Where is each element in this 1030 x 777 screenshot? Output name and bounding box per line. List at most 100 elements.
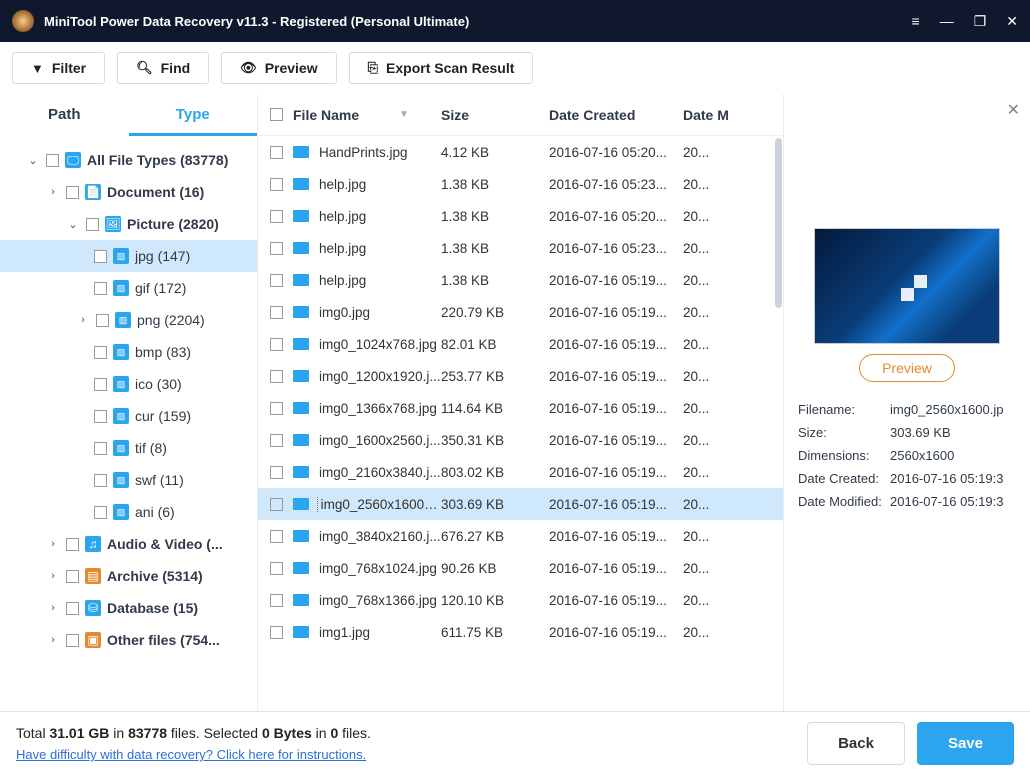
checkbox[interactable] [94, 250, 107, 263]
table-row[interactable]: img0_768x1366.jpg120.10 KB2016-07-16 05:… [258, 584, 783, 616]
tree-all-file-types[interactable]: ⌄🖵All File Types (83778) [0, 144, 257, 176]
chevron-right-icon[interactable]: › [46, 186, 60, 198]
tree-cur[interactable]: ▧cur (159) [0, 400, 257, 432]
row-checkbox[interactable] [270, 242, 283, 255]
tree-bmp[interactable]: ▧bmp (83) [0, 336, 257, 368]
open-preview-button[interactable]: Preview [859, 354, 955, 382]
checkbox[interactable] [66, 570, 79, 583]
table-row[interactable]: help.jpg1.38 KB2016-07-16 05:19...20... [258, 264, 783, 296]
col-size[interactable]: Size [441, 107, 549, 123]
table-row[interactable]: img0_1024x768.jpg82.01 KB2016-07-16 05:1… [258, 328, 783, 360]
minimize-icon[interactable]: — [940, 13, 954, 30]
checkbox[interactable] [66, 186, 79, 199]
checkbox[interactable] [94, 474, 107, 487]
row-checkbox[interactable] [270, 306, 283, 319]
row-checkbox[interactable] [270, 498, 283, 511]
col-date-created[interactable]: Date Created [549, 107, 683, 123]
row-checkbox[interactable] [270, 530, 283, 543]
row-checkbox[interactable] [270, 594, 283, 607]
row-checkbox[interactable] [270, 466, 283, 479]
checkbox[interactable] [94, 282, 107, 295]
save-button[interactable]: Save [917, 722, 1014, 765]
row-checkbox[interactable] [270, 626, 283, 639]
table-row[interactable]: img0_1366x768.jpg114.64 KB2016-07-16 05:… [258, 392, 783, 424]
export-button[interactable]: ⎘Export Scan Result [349, 52, 534, 84]
tree-jpg[interactable]: ▧jpg (147) [0, 240, 257, 272]
row-checkbox[interactable] [270, 370, 283, 383]
close-icon[interactable]: ✕ [1006, 13, 1018, 30]
chevron-right-icon[interactable]: › [46, 570, 60, 582]
table-row[interactable]: HandPrints.jpg4.12 KB2016-07-16 05:20...… [258, 136, 783, 168]
find-button[interactable]: 🔍︎Find [117, 52, 209, 84]
checkbox[interactable] [94, 442, 107, 455]
chevron-right-icon[interactable]: › [46, 538, 60, 550]
date-modified: 20... [683, 561, 733, 576]
tree-swf[interactable]: ▧swf (11) [0, 464, 257, 496]
checkbox[interactable] [66, 634, 79, 647]
row-checkbox[interactable] [270, 562, 283, 575]
row-checkbox[interactable] [270, 434, 283, 447]
menu-icon[interactable]: ≡ [912, 13, 920, 30]
tree-png[interactable]: ›▧png (2204) [0, 304, 257, 336]
row-checkbox[interactable] [270, 274, 283, 287]
file-size: 611.75 KB [441, 625, 549, 640]
restore-icon[interactable]: ❐ [974, 13, 987, 30]
back-button[interactable]: Back [807, 722, 905, 765]
chevron-right-icon[interactable]: › [46, 602, 60, 614]
col-file-name[interactable]: File Name [293, 107, 359, 123]
row-checkbox[interactable] [270, 146, 283, 159]
tree-ico[interactable]: ▧ico (30) [0, 368, 257, 400]
tree-picture[interactable]: ⌄🖼Picture (2820) [0, 208, 257, 240]
table-row[interactable]: img0_3840x2160.j...676.27 KB2016-07-16 0… [258, 520, 783, 552]
tree-other[interactable]: ›▣Other files (754... [0, 624, 257, 656]
chevron-right-icon[interactable]: › [46, 634, 60, 646]
checkbox[interactable] [66, 538, 79, 551]
help-link[interactable]: Have difficulty with data recovery? Clic… [16, 747, 371, 762]
checkbox[interactable] [66, 602, 79, 615]
checkbox[interactable] [86, 218, 99, 231]
table-row[interactable]: img0_2160x3840.j...803.02 KB2016-07-16 0… [258, 456, 783, 488]
tree-tif[interactable]: ▧tif (8) [0, 432, 257, 464]
chevron-down-icon[interactable]: ⌄ [66, 218, 80, 231]
chevron-down-icon[interactable]: ⌄ [26, 154, 40, 167]
tree-ani[interactable]: ▧ani (6) [0, 496, 257, 528]
row-checkbox[interactable] [270, 402, 283, 415]
tree-archive[interactable]: ›▤Archive (5314) [0, 560, 257, 592]
sort-desc-icon[interactable]: ▼ [399, 109, 409, 120]
vertical-scrollbar[interactable] [775, 138, 782, 308]
table-row[interactable]: help.jpg1.38 KB2016-07-16 05:23...20... [258, 168, 783, 200]
tree-audio-video[interactable]: ›♫Audio & Video (... [0, 528, 257, 560]
select-all-checkbox[interactable] [270, 108, 283, 121]
table-row[interactable]: help.jpg1.38 KB2016-07-16 05:20...20... [258, 200, 783, 232]
tree-gif[interactable]: ▧gif (172) [0, 272, 257, 304]
checkbox[interactable] [46, 154, 59, 167]
table-row[interactable]: img0_1200x1920.j...253.77 KB2016-07-16 0… [258, 360, 783, 392]
row-checkbox[interactable] [270, 338, 283, 351]
tree-database[interactable]: ›⛁Database (15) [0, 592, 257, 624]
file-size: 676.27 KB [441, 529, 549, 544]
preview-button[interactable]: 👁Preview [221, 52, 336, 84]
filter-button[interactable]: ▼Filter [12, 52, 105, 84]
col-date-modified[interactable]: Date M [683, 107, 733, 123]
date-created: 2016-07-16 05:19... [549, 625, 683, 640]
checkbox[interactable] [94, 410, 107, 423]
table-row[interactable]: img0.jpg220.79 KB2016-07-16 05:19...20..… [258, 296, 783, 328]
tab-path[interactable]: Path [0, 94, 129, 136]
table-row[interactable]: img0_2560x1600.j...303.69 KB2016-07-16 0… [258, 488, 783, 520]
chevron-right-icon[interactable]: › [76, 314, 90, 326]
table-row[interactable]: img0_768x1024.jpg90.26 KB2016-07-16 05:1… [258, 552, 783, 584]
tab-type[interactable]: Type [129, 94, 258, 136]
tree-document[interactable]: ›📄Document (16) [0, 176, 257, 208]
table-row[interactable]: img1.jpg611.75 KB2016-07-16 05:19...20..… [258, 616, 783, 648]
table-row[interactable]: img0_1600x2560.j...350.31 KB2016-07-16 0… [258, 424, 783, 456]
checkbox[interactable] [96, 314, 109, 327]
checkbox[interactable] [94, 346, 107, 359]
date-modified: 20... [683, 209, 733, 224]
row-checkbox[interactable] [270, 178, 283, 191]
export-icon: ⎘ [368, 60, 378, 76]
checkbox[interactable] [94, 506, 107, 519]
row-checkbox[interactable] [270, 210, 283, 223]
checkbox[interactable] [94, 378, 107, 391]
close-preview-icon[interactable]: ✕ [1007, 100, 1020, 120]
table-row[interactable]: help.jpg1.38 KB2016-07-16 05:23...20... [258, 232, 783, 264]
